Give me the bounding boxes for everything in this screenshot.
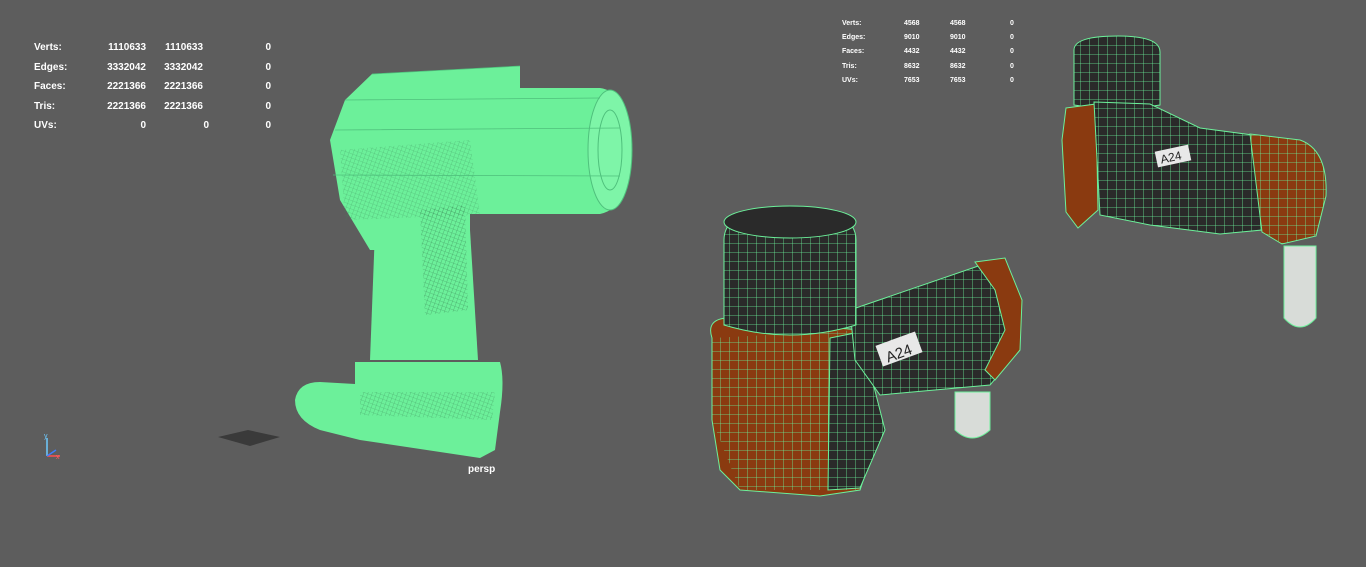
ground-shadow bbox=[218, 430, 280, 446]
high-poly-wireframe-model[interactable] bbox=[295, 65, 633, 458]
camera-name-label: persp bbox=[468, 464, 496, 475]
viewport-canvas[interactable]: y x A24 A24 bbox=[0, 0, 1366, 567]
svg-text:x: x bbox=[56, 454, 60, 461]
xyz-axis-gizmo-icon: y x bbox=[44, 433, 60, 461]
low-poly-textured-model-front[interactable]: A24 bbox=[710, 205, 1023, 497]
low-poly-textured-model-back[interactable]: A24 bbox=[1061, 35, 1327, 328]
svg-text:y: y bbox=[44, 433, 48, 440]
